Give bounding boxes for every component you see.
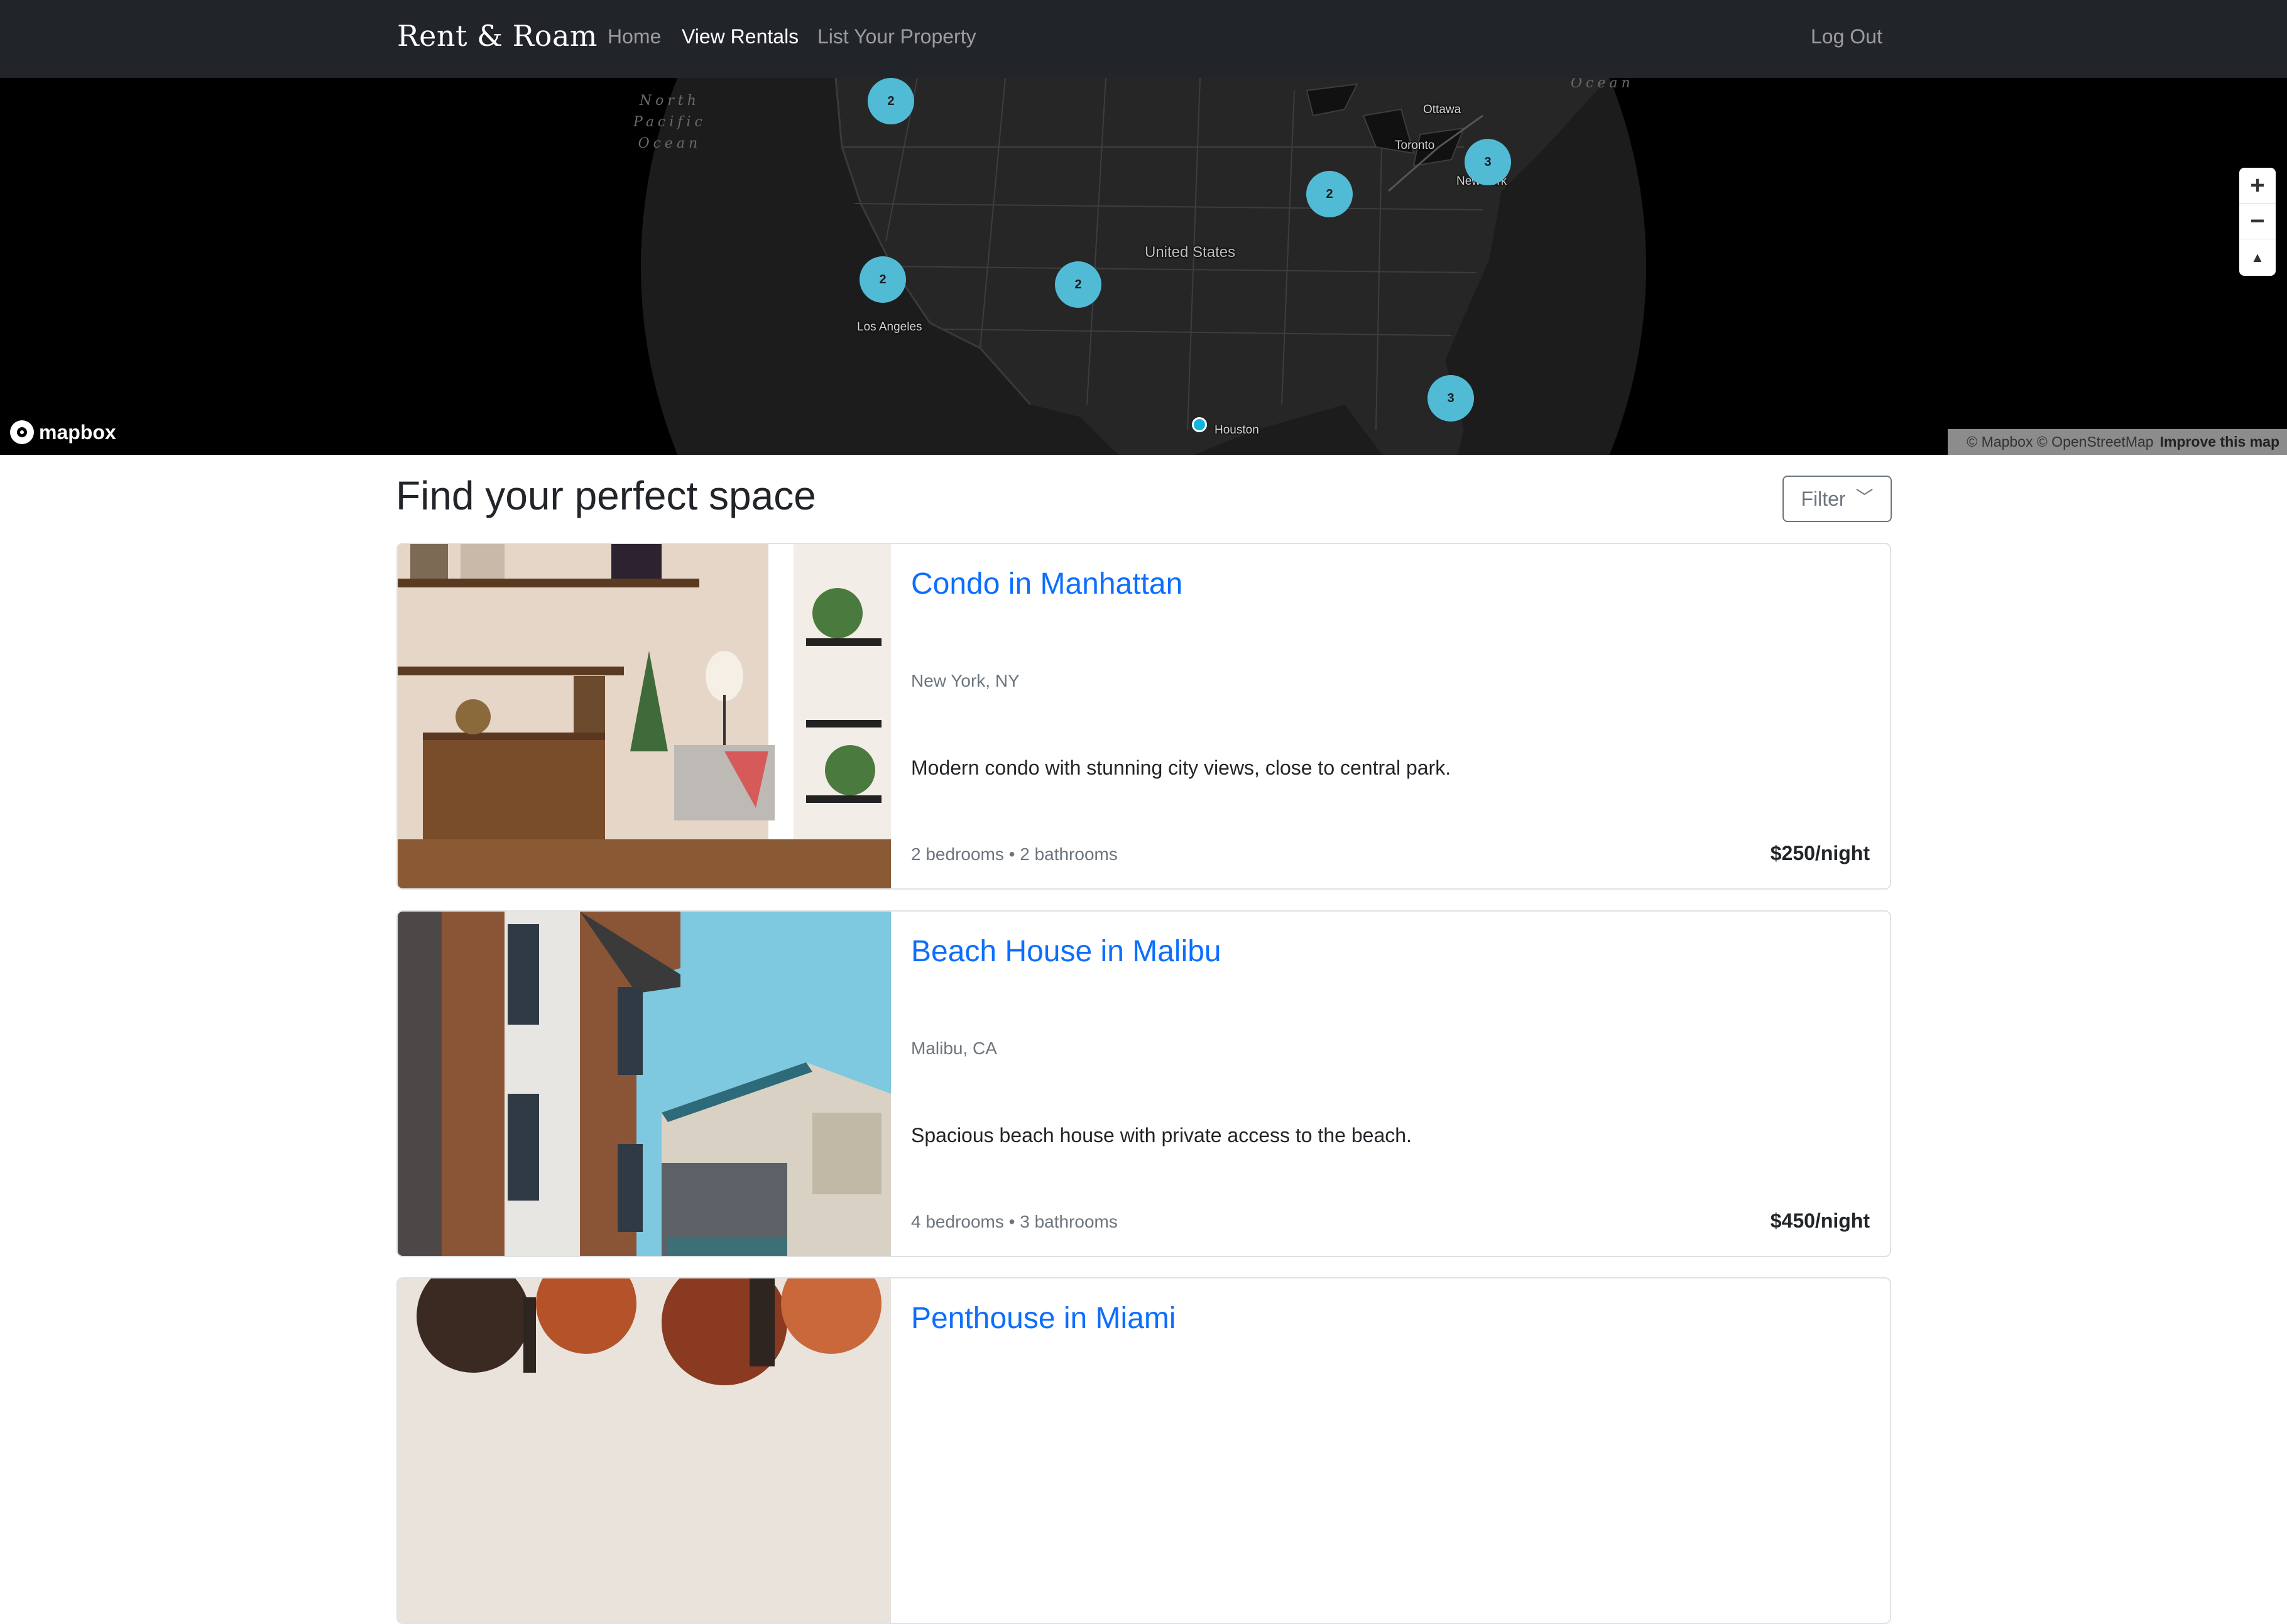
attribution-text[interactable]: © Mapbox © OpenStreetMap	[1967, 433, 2153, 450]
map-cluster-marker[interactable]: 3	[1465, 139, 1511, 185]
listing-image[interactable]	[398, 544, 891, 888]
listing-location: New York, NY	[911, 671, 1020, 690]
brand-logo[interactable]: Rent & Roam	[397, 19, 598, 53]
filter-dropdown-button[interactable]: Filter ﹀	[1782, 476, 1892, 522]
nav-list-property-link[interactable]: List Your Property	[817, 25, 976, 48]
listing-description: Modern condo with stunning city views, c…	[911, 756, 1451, 779]
listing-card[interactable]: Condo in Manhattan New York, NY Modern c…	[396, 543, 1891, 890]
top-navbar: Rent & Roam Home View Rentals List Your …	[0, 0, 2287, 78]
nav-home-link[interactable]: Home	[608, 25, 661, 48]
map-base-layer	[641, 78, 1646, 455]
listing-rooms: 2 bedrooms • 2 bathrooms	[911, 844, 1118, 864]
listing-location: Malibu, CA	[911, 1038, 997, 1058]
city-label-ottawa: Ottawa	[1423, 103, 1461, 116]
compass-reset-button[interactable]: ▲	[2239, 239, 2276, 275]
listing-title-link[interactable]: Condo in Manhattan	[911, 567, 1182, 601]
listing-price: $250/night	[1770, 842, 1870, 864]
country-label: United States	[1145, 244, 1236, 261]
mapbox-logo-icon	[10, 420, 34, 444]
listing-image[interactable]	[398, 912, 891, 1256]
improve-map-link[interactable]: Improve this map	[2160, 433, 2279, 450]
ocean-label-atlantic: Ocean	[1571, 78, 1634, 91]
listing-image[interactable]	[398, 1278, 891, 1623]
chevron-down-icon: ﹀	[1855, 488, 1874, 507]
page-title: Find your perfect space	[396, 473, 816, 518]
city-label-toronto: Toronto	[1395, 139, 1435, 152]
city-label-los-angeles: Los Angeles	[857, 320, 922, 334]
nav-view-rentals-link[interactable]: View Rentals	[682, 25, 799, 48]
listing-rooms: 4 bedrooms • 3 bathrooms	[911, 1212, 1118, 1231]
listing-title-link[interactable]: Beach House in Malibu	[911, 934, 1221, 969]
rentals-map[interactable]: North Pacific Ocean Ocean United States …	[0, 78, 2287, 455]
listing-card[interactable]: Beach House in Malibu Malibu, CA Spaciou…	[396, 910, 1891, 1257]
filter-label: Filter	[1801, 487, 1846, 510]
zoom-in-button[interactable]: +	[2239, 168, 2276, 204]
map-cluster-marker[interactable]: 2	[868, 78, 914, 124]
map-cluster-marker[interactable]: 2	[860, 256, 906, 303]
map-cluster-marker[interactable]: 2	[1055, 261, 1101, 308]
map-attribution: © Mapbox © OpenStreetMap Improve this ma…	[1948, 429, 2287, 455]
map-cluster-marker[interactable]: 2	[1306, 171, 1353, 217]
listing-price: $450/night	[1770, 1209, 1870, 1232]
city-label-houston: Houston	[1214, 423, 1259, 437]
map-point-marker[interactable]	[1192, 417, 1207, 432]
map-navigation-control: + − ▲	[2239, 168, 2276, 276]
compass-icon: ▲	[2251, 249, 2264, 265]
zoom-out-button[interactable]: −	[2239, 204, 2276, 239]
listing-title-link[interactable]: Penthouse in Miami	[911, 1301, 1176, 1336]
logout-link[interactable]: Log Out	[1811, 25, 1882, 48]
listing-card[interactable]: Penthouse in Miami	[396, 1277, 1891, 1624]
map-cluster-marker[interactable]: 3	[1427, 375, 1474, 422]
ocean-label-pacific: North Pacific Ocean	[633, 93, 706, 151]
listing-description: Spacious beach house with private access…	[911, 1124, 1412, 1147]
mapbox-logo[interactable]: mapbox	[10, 418, 116, 446]
